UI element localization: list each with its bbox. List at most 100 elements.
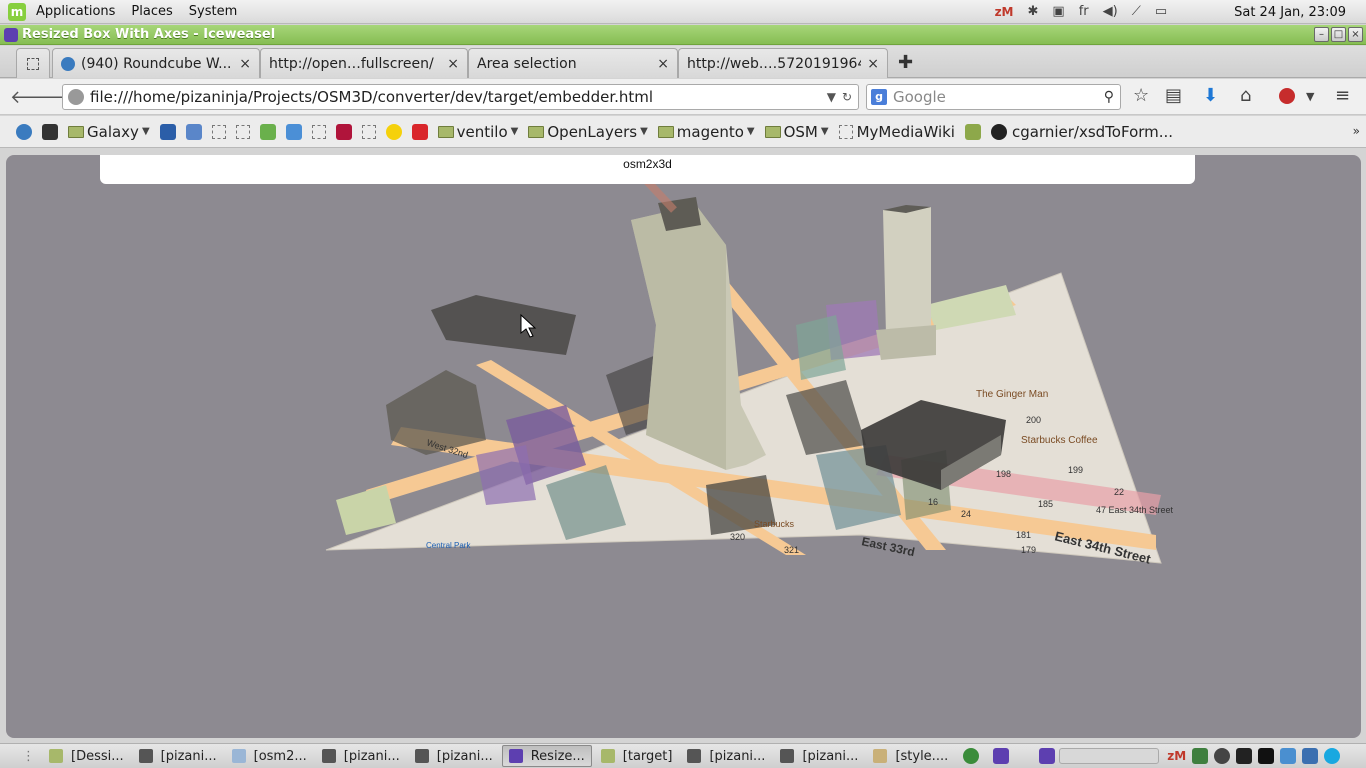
- taskbar-item[interactable]: [pizani...: [681, 745, 771, 767]
- panel-handle-icon[interactable]: ⋮: [22, 749, 35, 764]
- menu-applications[interactable]: Applications: [28, 0, 123, 24]
- terminal-icon: [780, 749, 795, 763]
- zm-icon[interactable]: zM: [995, 0, 1014, 24]
- cd-icon[interactable]: [1214, 748, 1231, 764]
- monitor-icon[interactable]: ▣: [1052, 0, 1064, 24]
- globe-icon[interactable]: [963, 748, 980, 764]
- menu-system[interactable]: System: [181, 0, 245, 24]
- taskbar-item[interactable]: [pizani...: [316, 745, 406, 767]
- map-label-number: 24: [961, 509, 971, 519]
- zm-icon[interactable]: zM: [1167, 749, 1186, 763]
- downloads-icon[interactable]: ⬇: [1203, 85, 1218, 106]
- taskbar-item[interactable]: [Dessi...: [43, 745, 130, 767]
- google-engine-icon[interactable]: g: [871, 89, 887, 105]
- bookmark-favicon[interactable]: [411, 123, 428, 140]
- tab-pinned[interactable]: [16, 48, 50, 78]
- bookmark-favicon[interactable]: [16, 123, 32, 140]
- bookmark-favicon[interactable]: [235, 124, 250, 139]
- bookmarks-overflow-icon[interactable]: »: [1353, 124, 1360, 138]
- taskbar-label: [Dessi...: [71, 748, 124, 764]
- url-dropdown-icon[interactable]: ▼: [827, 90, 836, 104]
- bookmark-favicon[interactable]: [211, 124, 226, 139]
- close-tab-icon[interactable]: ×: [239, 56, 251, 72]
- app-icon: [16, 123, 32, 140]
- taskbar-item[interactable]: [pizani...: [409, 745, 499, 767]
- iceweasel-icon[interactable]: [993, 748, 1010, 764]
- mint-logo-icon[interactable]: m: [8, 2, 26, 21]
- search-bar[interactable]: g ⚲: [866, 84, 1121, 110]
- close-tab-icon[interactable]: ×: [867, 56, 879, 72]
- clock[interactable]: Sat 24 Jan, 23:09: [1234, 5, 1346, 20]
- bluetooth-icon[interactable]: ✱: [1028, 0, 1039, 24]
- bookmark-mymediawiki[interactable]: MyMediaWiki: [838, 123, 955, 141]
- close-window-button[interactable]: ×: [1348, 27, 1363, 42]
- skype-icon[interactable]: [1324, 748, 1341, 764]
- site-identity-icon[interactable]: [68, 89, 84, 105]
- tab-web[interactable]: http://web.…5720191964 ×: [678, 48, 888, 78]
- taskbar-item-active[interactable]: Resize...: [501, 745, 592, 767]
- tab-label: http://open…fullscreen/: [269, 55, 434, 72]
- printer-icon[interactable]: [1236, 748, 1253, 764]
- bookmark-star-icon[interactable]: ☆: [1133, 85, 1149, 106]
- taskbar-label: [pizani...: [709, 748, 766, 764]
- workspace-1-icon[interactable]: [1039, 748, 1056, 764]
- bookmarks-toolbar: Galaxy ▼ ventilo ▼ OpenLayers ▼ magento ▼ OS…: [0, 116, 1366, 148]
- building: [476, 445, 536, 505]
- tab-openlayers-fullscreen[interactable]: http://open…fullscreen/ ×: [260, 48, 468, 78]
- adblock-icon[interactable]: [1279, 88, 1295, 104]
- new-tab-button[interactable]: ✚: [898, 52, 913, 73]
- bookmark-github[interactable]: cgarnier/xsdToForm...: [990, 123, 1173, 141]
- maximize-button[interactable]: □: [1331, 27, 1346, 42]
- volume-icon[interactable]: ◀): [1103, 0, 1118, 24]
- bookmark-favicon[interactable]: [285, 123, 302, 140]
- bookmark-favicon[interactable]: [42, 123, 58, 140]
- tab-area-selection[interactable]: Area selection ×: [468, 48, 678, 78]
- bookmark-favicon[interactable]: [185, 123, 202, 140]
- close-tab-icon[interactable]: ×: [657, 56, 669, 72]
- bookmark-favicon[interactable]: [361, 124, 376, 139]
- blank-page-icon: [361, 124, 376, 139]
- hamburger-menu-icon[interactable]: ≡: [1335, 85, 1350, 106]
- search-icon[interactable]: ⚲: [1104, 89, 1114, 105]
- shield-icon[interactable]: [1302, 748, 1319, 764]
- close-tab-icon[interactable]: ×: [447, 56, 459, 72]
- bookmark-favicon[interactable]: [259, 123, 276, 140]
- adblock-dropdown-icon[interactable]: ▼: [1306, 90, 1314, 103]
- network-icon[interactable]: [1280, 748, 1297, 764]
- menu-places[interactable]: Places: [123, 0, 180, 24]
- bookmark-favicon[interactable]: [159, 123, 176, 140]
- network-icon[interactable]: ⟋: [1132, 0, 1141, 24]
- battery-icon[interactable]: ▭: [1155, 0, 1167, 24]
- home-icon[interactable]: ⌂: [1240, 85, 1251, 106]
- bookmark-folder-magento[interactable]: magento ▼: [657, 123, 755, 141]
- taskbar-item[interactable]: [osm2...: [226, 745, 313, 767]
- monitor-icon[interactable]: [1192, 748, 1209, 764]
- bookmark-favicon[interactable]: [311, 124, 326, 139]
- tab-roundcube[interactable]: (940) Roundcube W... ×: [52, 48, 260, 78]
- map-label-number: 198: [996, 469, 1011, 479]
- bookmark-favicon[interactable]: [385, 123, 402, 140]
- taskbar-item[interactable]: [target]: [595, 745, 679, 767]
- url-bar[interactable]: file:///home/pizaninja/Projects/OSM3D/co…: [62, 84, 859, 110]
- bookmarks-menu-icon[interactable]: ▤: [1165, 85, 1182, 106]
- bookmark-favicon[interactable]: [335, 123, 352, 140]
- tab-strip: (940) Roundcube W... × http://open…fulls…: [0, 46, 1366, 78]
- bookmark-folder-openlayers[interactable]: OpenLayers ▼: [528, 123, 648, 141]
- window-titlebar[interactable]: Resized Box With Axes - Iceweasel – □ ×: [0, 25, 1366, 45]
- terminal-icon[interactable]: [1258, 748, 1275, 764]
- bookmark-folder-osm[interactable]: OSM ▼: [764, 123, 829, 141]
- bookmark-folder-galaxy[interactable]: Galaxy ▼: [68, 123, 150, 141]
- taskbar-item[interactable]: [pizani...: [133, 745, 223, 767]
- bookmark-favicon[interactable]: [964, 123, 981, 140]
- keyboard-layout[interactable]: fr: [1079, 0, 1089, 24]
- minimize-button[interactable]: –: [1314, 27, 1329, 42]
- taskbar-item[interactable]: [style....: [867, 745, 954, 767]
- c-icon: [411, 123, 428, 140]
- workspace-switcher[interactable]: [1059, 748, 1160, 764]
- reload-icon[interactable]: ↻: [842, 90, 852, 104]
- bookmark-folder-ventilo[interactable]: ventilo ▼: [437, 123, 518, 141]
- search-input[interactable]: [893, 88, 1104, 106]
- url-text[interactable]: file:///home/pizaninja/Projects/OSM3D/co…: [90, 88, 827, 106]
- taskbar-item[interactable]: [pizani...: [774, 745, 864, 767]
- x3d-viewport[interactable]: East 34th Street East 33rd West 32nd Sta…: [6, 155, 1361, 738]
